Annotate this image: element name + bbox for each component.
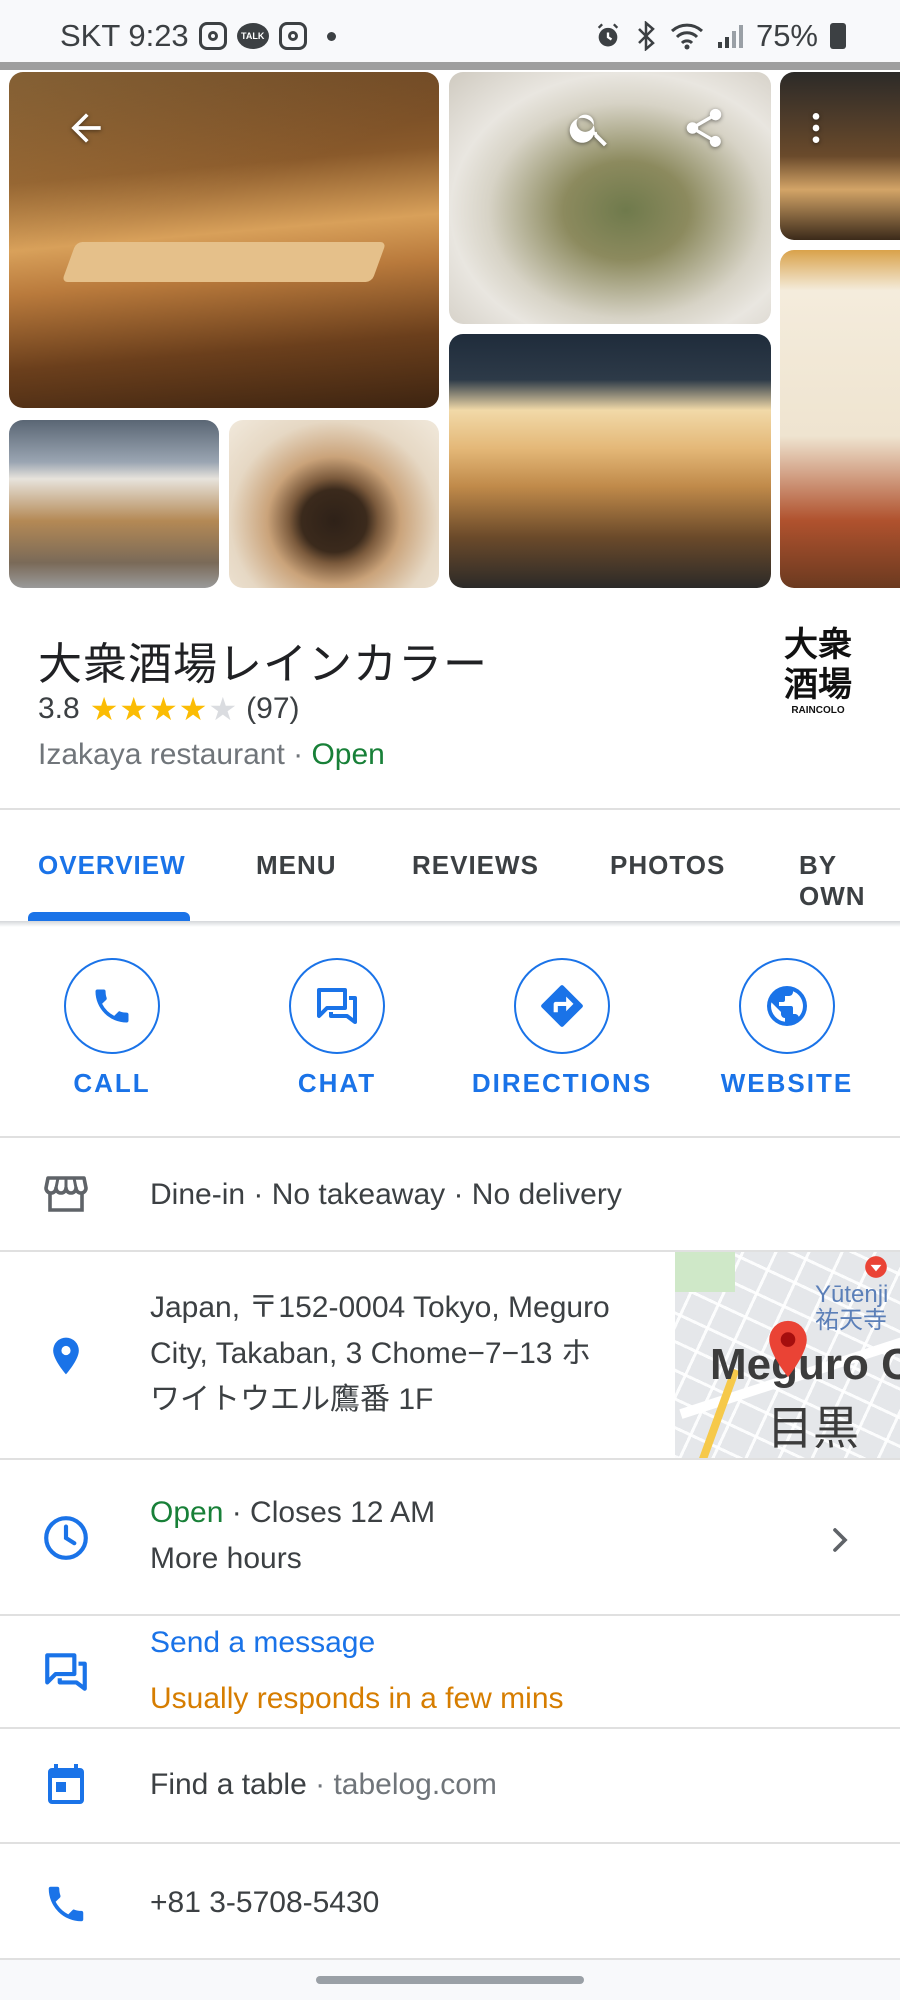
- message-row[interactable]: Send a message Usually responds in a few…: [150, 1615, 564, 1727]
- reservation-source: · tabelog.com: [306, 1768, 497, 1801]
- status-bar: SKT 9:23 TALK 75%: [0, 0, 900, 62]
- battery-icon: [830, 23, 846, 49]
- calendar-icon: [40, 1758, 92, 1810]
- rating-stars: ★★★★★: [89, 691, 239, 727]
- more-notifications-icon: [326, 31, 336, 41]
- directions-button[interactable]: DIRECTIONS: [462, 958, 662, 1099]
- map-thumbnail[interactable]: Yūtenji祐天寺 Meguro C 目黒区: [675, 1252, 900, 1458]
- website-button[interactable]: WEBSITE: [687, 958, 887, 1099]
- hours-closes: · Closes 12 AM: [223, 1496, 436, 1529]
- wifi-icon: [670, 23, 703, 50]
- signal-icon: [717, 25, 743, 48]
- active-tab-indicator: [28, 912, 190, 921]
- photo-storefront[interactable]: [9, 420, 219, 588]
- share-button[interactable]: [676, 100, 732, 156]
- more-hours: More hours: [150, 1542, 302, 1575]
- hours-open-status: Open: [150, 1496, 224, 1529]
- call-label: CALL: [73, 1068, 151, 1098]
- map-poi-label: Yūtenji 祐天寺: [815, 1281, 889, 1334]
- review-count: (97): [246, 692, 300, 725]
- directions-label: DIRECTIONS: [471, 1068, 653, 1098]
- bluetooth-icon: [638, 21, 655, 51]
- response-time: Usually responds in a few mins: [150, 1682, 564, 1715]
- storefront-icon: [40, 1168, 92, 1220]
- place-name: 大衆酒場レインカラー: [38, 640, 488, 689]
- globe-icon: [767, 986, 807, 1026]
- search-button[interactable]: [562, 100, 618, 156]
- send-message-link[interactable]: Send a message: [150, 1615, 564, 1671]
- map-poi-icon: [865, 1256, 887, 1278]
- address[interactable]: Japan, 〒152-0004 Tokyo, Meguro City, Tak…: [150, 1285, 610, 1423]
- tab-photos[interactable]: PHOTOS: [610, 850, 725, 881]
- photo-dessert[interactable]: [229, 420, 439, 588]
- more-options-button[interactable]: [788, 100, 844, 156]
- directions-icon: [541, 985, 583, 1027]
- call-button[interactable]: CALL: [12, 958, 212, 1099]
- tab-bar: OVERVIEW MENU REVIEWS PHOTOS BY OWN: [0, 810, 900, 922]
- find-table-label: Find a table: [150, 1768, 307, 1801]
- chat-label: CHAT: [297, 1068, 377, 1098]
- instagram-icon: [198, 22, 227, 50]
- chat-button[interactable]: CHAT: [237, 958, 437, 1099]
- status-time: SKT 9:23: [60, 18, 189, 53]
- open-status: Open: [311, 738, 385, 771]
- rating-row[interactable]: 3.8 ★★★★★ (97): [38, 690, 300, 728]
- clock-icon: [40, 1512, 92, 1564]
- tab-shadow: [0, 921, 900, 927]
- chevron-right-icon[interactable]: [820, 1520, 860, 1560]
- alarm-icon: [597, 23, 619, 47]
- phone-icon: [40, 1878, 92, 1930]
- more-vert-icon: [812, 113, 820, 143]
- divider: [0, 1458, 900, 1460]
- website-label: WEBSITE: [720, 1068, 854, 1098]
- divider: [0, 1842, 900, 1844]
- location-pin-icon: [40, 1330, 92, 1382]
- hours[interactable]: Open · Closes 12 AM More hours: [150, 1490, 435, 1582]
- share-icon: [686, 108, 722, 147]
- photo-exterior-night[interactable]: [449, 334, 771, 588]
- message-icon: [40, 1646, 92, 1698]
- photo-counter[interactable]: [780, 72, 900, 240]
- back-button[interactable]: [58, 100, 114, 156]
- chat-icon: [317, 988, 357, 1024]
- place-category: Izakaya restaurant: [38, 738, 285, 771]
- category-row: Izakaya restaurant · Open: [38, 738, 385, 772]
- separator-dot: ·: [293, 738, 312, 771]
- instagram-icon: [278, 22, 307, 50]
- phone-number[interactable]: +81 3-5708-5430: [150, 1880, 379, 1926]
- photo-noren[interactable]: [780, 250, 900, 588]
- map-pin-icon: [769, 1320, 807, 1378]
- tab-reviews[interactable]: REVIEWS: [412, 850, 539, 881]
- find-table-row[interactable]: Find a table · tabelog.com: [150, 1762, 497, 1808]
- service-options: Dine-in · No takeaway · No delivery: [150, 1178, 622, 1211]
- map-area-label-jp: 目黒区: [767, 1402, 859, 1454]
- talk-icon: TALK: [236, 23, 269, 49]
- action-buttons: CALL CHAT DIRECTIONS WEBSITE: [0, 958, 900, 1108]
- divider: [0, 1136, 900, 1138]
- phone-icon: [95, 989, 129, 1023]
- arrow-back-icon: [71, 113, 101, 143]
- tab-menu[interactable]: MENU: [256, 850, 337, 881]
- divider: [0, 1727, 900, 1729]
- search-icon: [569, 114, 607, 147]
- place-logo: 大衆 酒場 RAINCOLO: [784, 625, 852, 716]
- tab-by-owner[interactable]: BY OWN: [799, 850, 900, 912]
- home-indicator[interactable]: [316, 1976, 584, 1984]
- battery-percent: 75%: [755, 18, 818, 53]
- rating-value: 3.8: [38, 692, 80, 725]
- tab-overview[interactable]: OVERVIEW: [38, 850, 186, 881]
